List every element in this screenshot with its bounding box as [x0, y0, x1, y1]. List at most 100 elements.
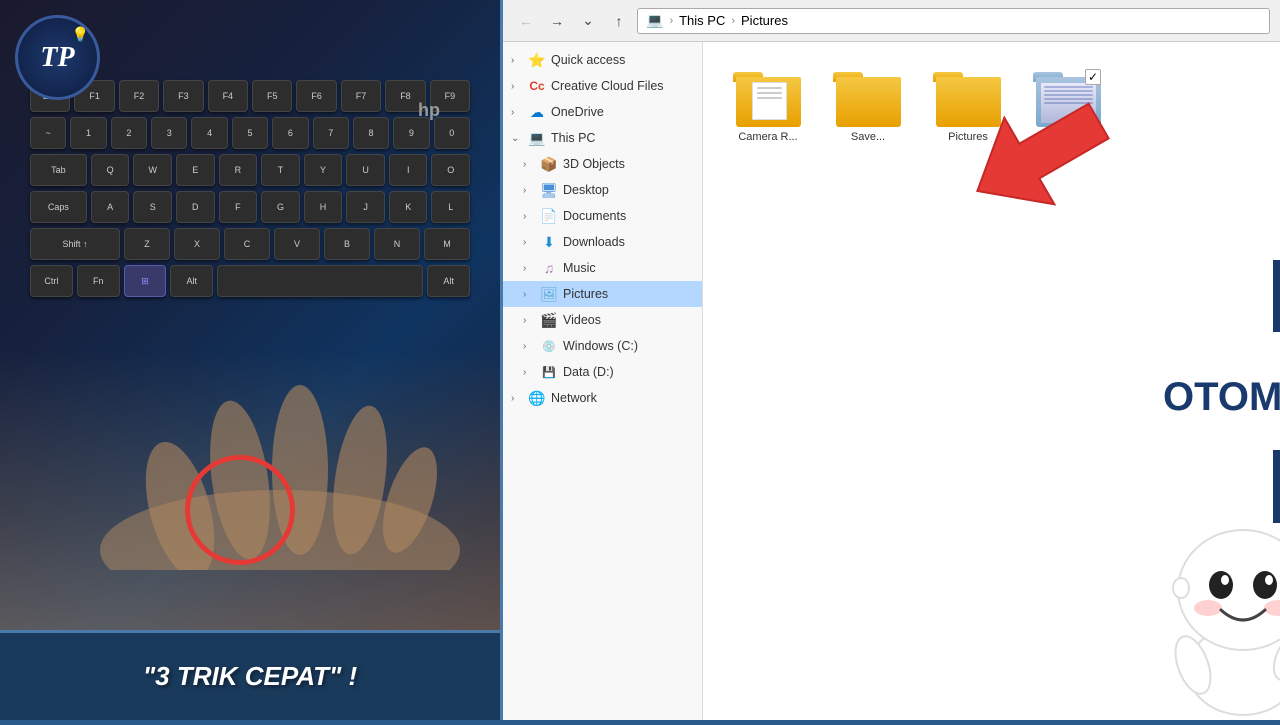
- up-button[interactable]: ↑: [606, 8, 632, 34]
- desktop-icon: 🖥: [540, 181, 558, 199]
- folder-label-saved: Save...: [851, 131, 885, 143]
- sidebar-label-network: Network: [551, 391, 694, 405]
- channel-logo: TP 💡: [15, 15, 100, 100]
- sidebar-item-creative-cloud[interactable]: › Cc Creative Cloud Files: [503, 73, 702, 99]
- folder-shape: [736, 77, 801, 127]
- sidebar-label-music: Music: [563, 261, 694, 275]
- arrow-group: [963, 92, 1124, 234]
- key-c: C: [224, 228, 270, 260]
- forward-button[interactable]: →: [544, 8, 570, 34]
- paper-lines: [753, 83, 786, 106]
- sidebar-item-desktop[interactable]: › 🖥 Desktop: [503, 177, 702, 203]
- address-bar[interactable]: 💻 › This PC › Pictures: [637, 8, 1270, 34]
- key-fn: Fn: [77, 265, 120, 297]
- key-h: H: [304, 191, 343, 223]
- chevron-down-icon: ⌄: [511, 133, 523, 144]
- paper-line: [757, 87, 782, 89]
- key-n: N: [374, 228, 420, 260]
- key-win: ⊞: [124, 265, 167, 297]
- folder-shape: [836, 77, 901, 127]
- key-tab: Tab: [30, 154, 87, 186]
- sidebar-item-this-pc[interactable]: ⌄ 💻 This PC: [503, 125, 702, 151]
- chevron-icon: ›: [523, 289, 535, 300]
- key-s: S: [133, 191, 172, 223]
- key-9: 9: [393, 117, 429, 149]
- back-button[interactable]: ←: [513, 8, 539, 34]
- key-7: 7: [313, 117, 349, 149]
- chevron-icon: ›: [523, 211, 535, 222]
- overlay-panel-tersimpan: "TERSIMPAN": [1273, 450, 1280, 523]
- sidebar-item-quick-access[interactable]: › ⭐ Quick access: [503, 47, 702, 73]
- sidebar-tree: › ⭐ Quick access › Cc Creative Cloud Fil…: [503, 42, 703, 720]
- sidebar-item-downloads[interactable]: › ⬇ Downloads: [503, 229, 702, 255]
- key-a: A: [91, 191, 130, 223]
- key-r: R: [219, 154, 258, 186]
- key-w: W: [133, 154, 172, 186]
- paper-line: [757, 97, 782, 99]
- overlay-panel-cuma: CUMA 1 DETIK !: [1273, 260, 1280, 332]
- main-container: Esc F1 F2 F3 F4 F5 F6 F7 F8 F9 ~ 1 2 3: [0, 0, 1280, 720]
- sidebar-item-3d-objects[interactable]: › 📦 3D Objects: [503, 151, 702, 177]
- chevron-icon: ›: [523, 367, 535, 378]
- red-circle-highlight: [185, 455, 295, 565]
- key-e: E: [176, 154, 215, 186]
- logo-text: TP: [40, 42, 74, 74]
- key-tilde: ~: [30, 117, 66, 149]
- folder-checkbox[interactable]: ✓: [1085, 69, 1101, 85]
- keyboard-background: Esc F1 F2 F3 F4 F5 F6 F7 F8 F9 ~ 1 2 3: [0, 0, 500, 720]
- folder-label-camera-roll: Camera R...: [738, 131, 797, 143]
- sidebar-label-creative-cloud: Creative Cloud Files: [551, 79, 694, 93]
- sidebar-item-music[interactable]: › ♫ Music: [503, 255, 702, 281]
- pictures-icon: 🖼: [540, 285, 558, 303]
- dropdown-button[interactable]: ⌄: [575, 8, 601, 34]
- key-b: B: [324, 228, 370, 260]
- music-icon: ♫: [540, 259, 558, 277]
- address-separator-2: ›: [731, 15, 735, 27]
- sidebar-item-documents[interactable]: › 📄 Documents: [503, 203, 702, 229]
- sidebar-item-network[interactable]: › 🌐 Network: [503, 385, 702, 411]
- folder-saved-pictures[interactable]: Save...: [828, 67, 908, 143]
- key-g: G: [261, 191, 300, 223]
- sidebar-item-onedrive[interactable]: › ☁ OneDrive: [503, 99, 702, 125]
- sidebar-item-pictures[interactable]: › 🖼 Pictures: [503, 281, 702, 307]
- chevron-icon: ›: [523, 341, 535, 352]
- sidebar-label-quick-access: Quick access: [551, 53, 694, 67]
- key-f3: F3: [163, 80, 203, 112]
- key-2: 2: [111, 117, 147, 149]
- key-v: V: [274, 228, 320, 260]
- key-f7: F7: [341, 80, 381, 112]
- left-panel: Esc F1 F2 F3 F4 F5 F6 F7 F8 F9 ~ 1 2 3: [0, 0, 500, 720]
- folder-camera-roll[interactable]: Camera R...: [728, 67, 808, 143]
- address-pictures[interactable]: Pictures: [741, 13, 788, 28]
- documents-icon: 📄: [540, 207, 558, 225]
- red-arrow-svg: [963, 92, 1143, 272]
- key-f4: F4: [208, 80, 248, 112]
- key-i: I: [389, 154, 428, 186]
- 3d-objects-icon: 📦: [540, 155, 558, 173]
- chevron-icon: ›: [511, 107, 523, 118]
- sidebar-item-windows-c[interactable]: › 💿 Windows (C:): [503, 333, 702, 359]
- sidebar-label-videos: Videos: [563, 313, 694, 327]
- key-d: D: [176, 191, 215, 223]
- address-icon: 💻: [646, 12, 663, 29]
- sidebar-item-videos[interactable]: › 🎬 Videos: [503, 307, 702, 333]
- key-f: F: [219, 191, 258, 223]
- key-shift-left: Shift ↑: [30, 228, 120, 260]
- creative-cloud-icon: Cc: [528, 77, 546, 95]
- key-l: L: [431, 191, 470, 223]
- sidebar-label-3d-objects: 3D Objects: [563, 157, 694, 171]
- key-alt: Alt: [170, 265, 213, 297]
- key-6: 6: [272, 117, 308, 149]
- key-x: X: [174, 228, 220, 260]
- keyboard-row-1: Esc F1 F2 F3 F4 F5 F6 F7 F8 F9: [30, 80, 470, 112]
- chevron-icon: ›: [511, 81, 523, 92]
- address-this-pc[interactable]: This PC: [679, 13, 725, 28]
- address-separator-1: ›: [669, 15, 673, 27]
- sidebar-item-data-d[interactable]: › 💾 Data (D:): [503, 359, 702, 385]
- sidebar-label-desktop: Desktop: [563, 183, 694, 197]
- key-space: [217, 265, 423, 297]
- navigation-bar: ← → ⌄ ↑ 💻 › This PC › Pictures: [503, 0, 1280, 42]
- hp-logo: hp: [418, 100, 440, 121]
- key-altgr: Alt: [427, 265, 470, 297]
- sidebar-label-windows-c: Windows (C:): [563, 339, 694, 353]
